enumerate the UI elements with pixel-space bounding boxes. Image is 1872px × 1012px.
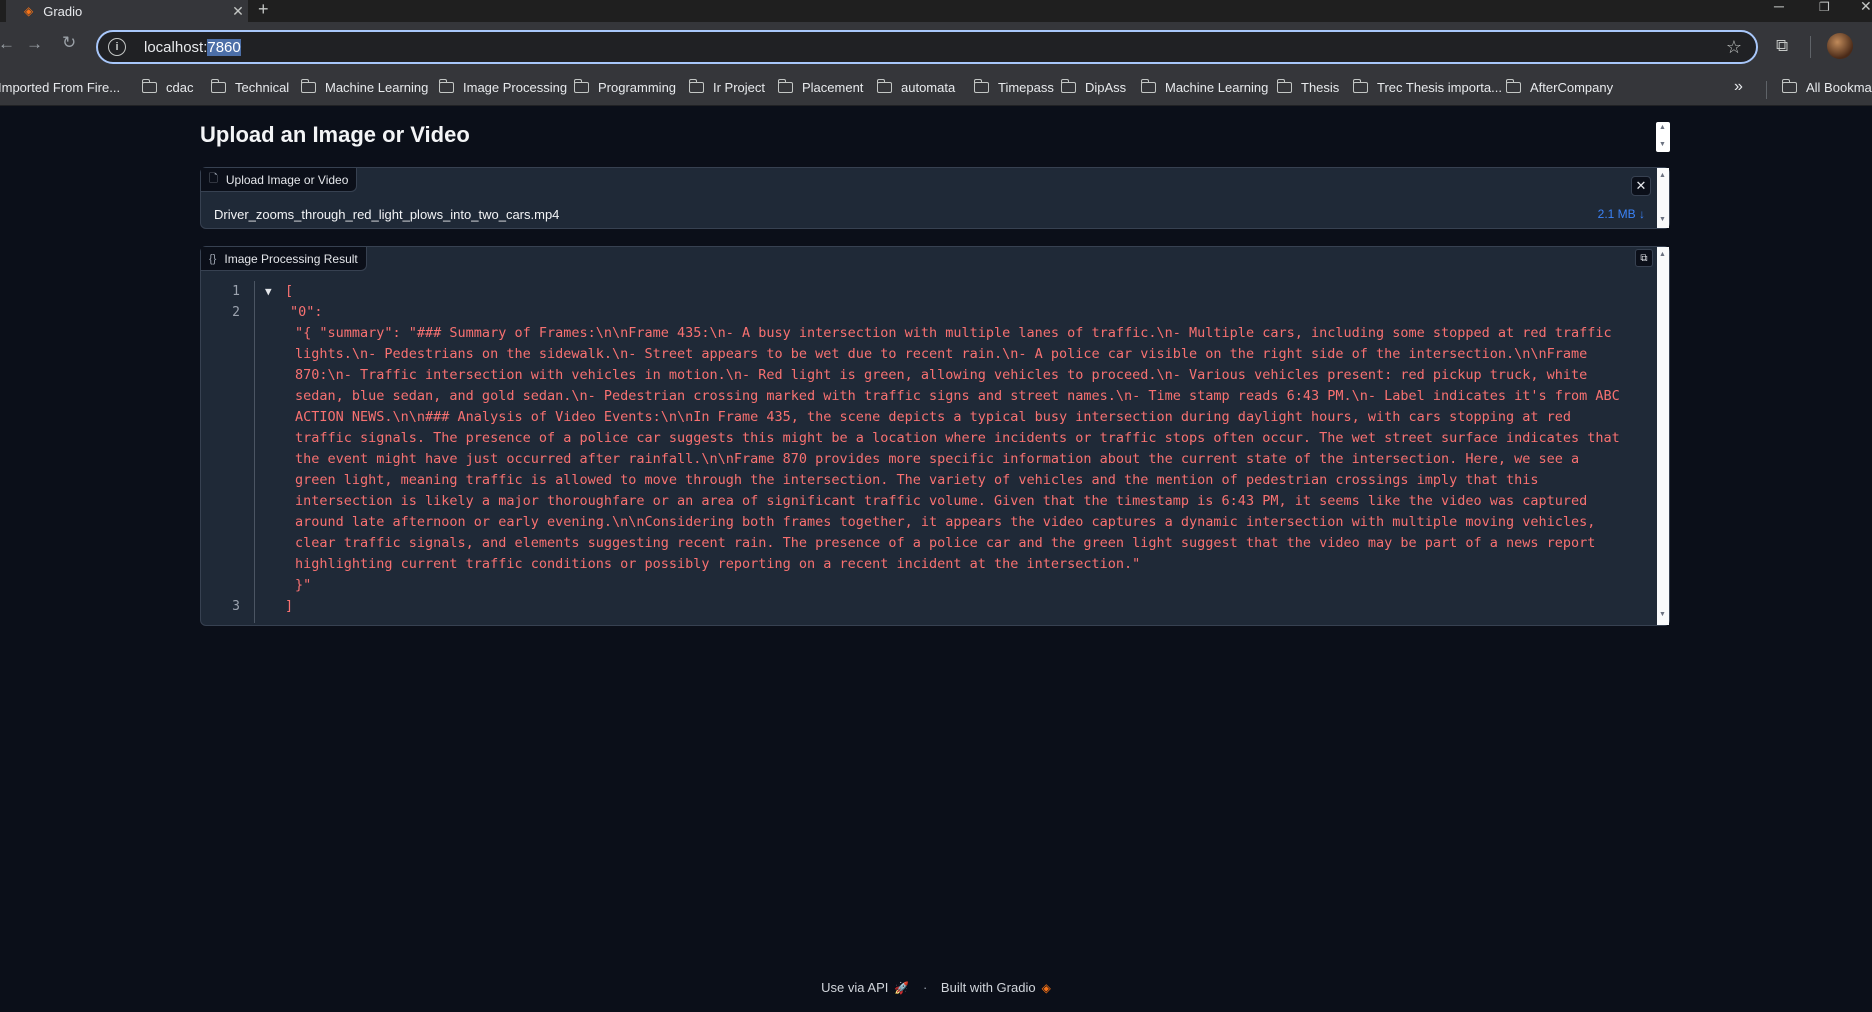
- reload-icon[interactable]: ↻: [62, 33, 76, 53]
- folder-icon: [573, 79, 589, 93]
- folder-icon: [141, 79, 157, 93]
- profile-avatar[interactable]: [1827, 33, 1853, 59]
- more-bookmarks-icon[interactable]: »: [1734, 78, 1743, 96]
- folder-icon: [973, 79, 989, 93]
- footer-separator: ·: [922, 980, 928, 995]
- bookmark-folder[interactable]: automata: [876, 79, 955, 95]
- scroll-down-icon[interactable]: ▼: [1659, 141, 1666, 148]
- bookmark-folder[interactable]: cdac: [141, 79, 193, 95]
- tab-title: Gradio: [43, 3, 83, 19]
- tab-close-icon[interactable]: ✕: [228, 3, 248, 20]
- outer-scrollbar[interactable]: ▲ ▼: [1656, 122, 1670, 152]
- address-bar[interactable]: i localhost:7860 ☆: [96, 30, 1758, 64]
- forward-icon[interactable]: →: [26, 34, 43, 54]
- result-panel: {} Image Processing Result ⧉ 1 2 3 ▼ [ "…: [200, 246, 1670, 626]
- built-with-gradio-link[interactable]: Built with Gradio: [941, 980, 1036, 995]
- folder-icon: [1781, 79, 1797, 93]
- upload-panel: 🗋 Upload Image or Video ✕ Driver_zooms_t…: [200, 167, 1670, 229]
- bookmarks-divider: [1766, 81, 1767, 99]
- new-tab-icon[interactable]: +: [258, 0, 269, 20]
- page-title: Upload an Image or Video: [200, 122, 470, 147]
- upload-label: 🗋 Upload Image or Video: [201, 168, 358, 192]
- folder-icon: [300, 79, 316, 93]
- minimize-icon[interactable]: ─: [1774, 0, 1784, 14]
- file-name: Driver_zooms_through_red_light_plows_int…: [214, 206, 560, 222]
- clear-file-button[interactable]: ✕: [1631, 176, 1651, 196]
- site-info-icon[interactable]: i: [108, 38, 126, 56]
- restore-icon[interactable]: ❐: [1819, 0, 1830, 14]
- use-via-api-link[interactable]: Use via API: [821, 980, 888, 995]
- bookmark-star-icon[interactable]: ☆: [1726, 37, 1742, 58]
- line-number: 1: [232, 284, 240, 299]
- gradio-logo-icon: ◈: [1041, 981, 1051, 995]
- gradio-favicon-icon: ◈: [24, 4, 34, 18]
- json-closing-brace: }": [295, 577, 312, 593]
- line-gutter: 1 2 3: [201, 281, 255, 623]
- folder-icon: [1140, 79, 1156, 93]
- bookmark-folder[interactable]: Thesis: [1276, 79, 1339, 95]
- upload-scrollbar[interactable]: ▲ ▼: [1657, 168, 1669, 228]
- result-label: {} Image Processing Result: [201, 247, 367, 271]
- line-number: 3: [232, 599, 240, 614]
- line-number: 2: [232, 305, 240, 320]
- browser-tab[interactable]: ◈ Gradio ✕: [6, 0, 248, 22]
- bookmark-folder[interactable]: Image Processing: [438, 79, 567, 95]
- json-summary-value: "{ "summary": "### Summary of Frames:\n\…: [295, 325, 1620, 572]
- browser-tab-strip: ◈ Gradio ✕ + ─ ❐ ✕: [0, 0, 1872, 22]
- scroll-up-icon[interactable]: ▲: [1659, 124, 1666, 131]
- folder-icon: [1352, 79, 1368, 93]
- bookmark-folder[interactable]: DipAss: [1060, 79, 1126, 95]
- folder-icon: [1505, 79, 1521, 93]
- result-scrollbar[interactable]: ▲ ▼: [1657, 247, 1669, 625]
- json-close-bracket: ]: [285, 598, 294, 614]
- bookmark-folder[interactable]: Ir Project: [688, 79, 765, 95]
- bookmark-folder[interactable]: Programming: [573, 79, 676, 95]
- json-viewer: 1 2 3 ▼ [ "0": "{ "summary": "### Summar…: [201, 281, 1641, 623]
- json-braces-icon: {}: [209, 252, 217, 265]
- file-download-link[interactable]: 2.1 MB ↓: [1598, 207, 1645, 221]
- folder-icon: [688, 79, 704, 93]
- url-text[interactable]: localhost:7860: [144, 38, 241, 56]
- bookmark-item[interactable]: Imported From Fire...: [0, 80, 120, 95]
- toolbar-divider: [1810, 36, 1811, 58]
- folder-icon: [438, 79, 454, 93]
- folder-icon: [876, 79, 892, 93]
- scroll-down-icon[interactable]: ▼: [1659, 216, 1666, 223]
- browser-toolbar: ← → ↻ i localhost:7860 ☆ ⧉: [0, 22, 1872, 72]
- rocket-icon: 🚀: [894, 981, 910, 995]
- window-close-icon[interactable]: ✕: [1860, 0, 1872, 15]
- folder-icon: [210, 79, 226, 93]
- scroll-up-icon[interactable]: ▲: [1659, 172, 1666, 179]
- folder-icon: [1060, 79, 1076, 93]
- bookmark-folder[interactable]: Machine Learning: [1140, 79, 1268, 95]
- folder-icon: [1276, 79, 1292, 93]
- all-bookmarks-folder[interactable]: All Bookmar: [1781, 79, 1872, 95]
- back-icon[interactable]: ←: [0, 34, 15, 54]
- footer: Use via API 🚀 · Built with Gradio ◈: [0, 980, 1872, 995]
- bookmark-folder[interactable]: Machine Learning: [300, 79, 428, 95]
- bookmarks-bar: Imported From Fire... cdac Technical Mac…: [0, 72, 1872, 106]
- folder-icon: [777, 79, 793, 93]
- file-icon: 🗋: [209, 173, 218, 185]
- bookmark-folder[interactable]: AfterCompany: [1505, 79, 1613, 95]
- bookmark-folder[interactable]: Placement: [777, 79, 863, 95]
- bookmark-folder[interactable]: Technical: [210, 79, 289, 95]
- bookmark-folder[interactable]: Timepass: [973, 79, 1054, 95]
- extensions-icon[interactable]: ⧉: [1776, 36, 1788, 56]
- json-open-bracket: [: [285, 283, 294, 299]
- scroll-up-icon[interactable]: ▲: [1659, 251, 1666, 258]
- collapse-toggle-icon[interactable]: ▼: [265, 281, 272, 302]
- scroll-down-icon[interactable]: ▼: [1659, 611, 1666, 618]
- copy-button[interactable]: ⧉: [1635, 249, 1653, 267]
- json-key: "0":: [290, 304, 323, 320]
- bookmark-folder[interactable]: Trec Thesis importa...: [1352, 79, 1502, 95]
- uploaded-file-row[interactable]: Driver_zooms_through_red_light_plows_int…: [201, 200, 1657, 228]
